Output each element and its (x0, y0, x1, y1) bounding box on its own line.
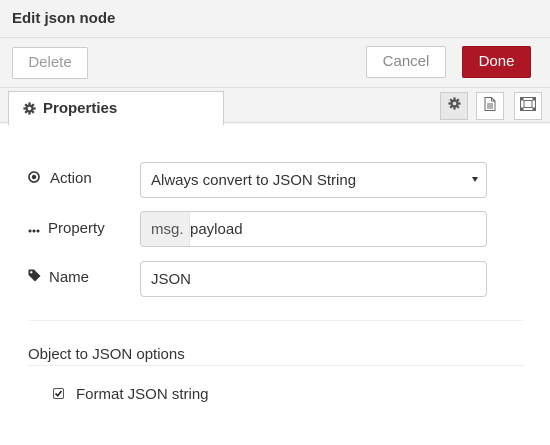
delete-button[interactable]: Delete (12, 47, 88, 79)
action-label: Action (28, 170, 92, 187)
property-prefix-text: msg. (151, 221, 184, 238)
gear-icon (23, 102, 36, 120)
property-input[interactable]: msg. payload (140, 211, 487, 247)
tag-icon (28, 269, 46, 286)
action-select[interactable]: Always convert to JSON String (140, 162, 487, 198)
name-label: Name (28, 269, 89, 286)
name-input[interactable]: JSON (140, 261, 487, 297)
chevron-down-icon (472, 177, 478, 182)
document-icon (484, 96, 496, 116)
tab-properties-label: Properties (43, 100, 118, 117)
appearance-tab-button[interactable] (514, 92, 542, 120)
action-select-value: Always convert to JSON String (151, 172, 357, 189)
ellipsis-icon (28, 220, 45, 237)
property-value: payload (190, 221, 243, 238)
frame-icon (520, 96, 536, 116)
dialog-title: Edit json node (12, 10, 116, 27)
node-settings-tab-button[interactable] (440, 92, 468, 120)
gear-icon (447, 97, 461, 115)
cancel-button[interactable]: Cancel (366, 46, 446, 78)
dot-circle-icon (28, 170, 45, 187)
name-value: JSON (151, 271, 192, 288)
options-divider (28, 365, 524, 366)
property-type-prefix[interactable]: msg. (141, 212, 190, 246)
dialog-titlebar: Edit json node (0, 0, 550, 38)
name-label-text: Name (49, 269, 90, 286)
property-label-text: Property (48, 220, 105, 237)
tab-properties[interactable]: Properties (8, 91, 224, 125)
form-divider (28, 320, 524, 321)
action-label-text: Action (50, 170, 92, 187)
done-button[interactable]: Done (462, 46, 531, 78)
property-label: Property (28, 220, 105, 237)
format-json-checkbox[interactable] (53, 388, 64, 399)
dialog-toolbar: Delete Cancel Done (0, 38, 550, 88)
description-tab-button[interactable] (476, 92, 504, 120)
options-section-title: Object to JSON options (28, 346, 185, 363)
format-json-label: Format JSON string (76, 386, 209, 403)
